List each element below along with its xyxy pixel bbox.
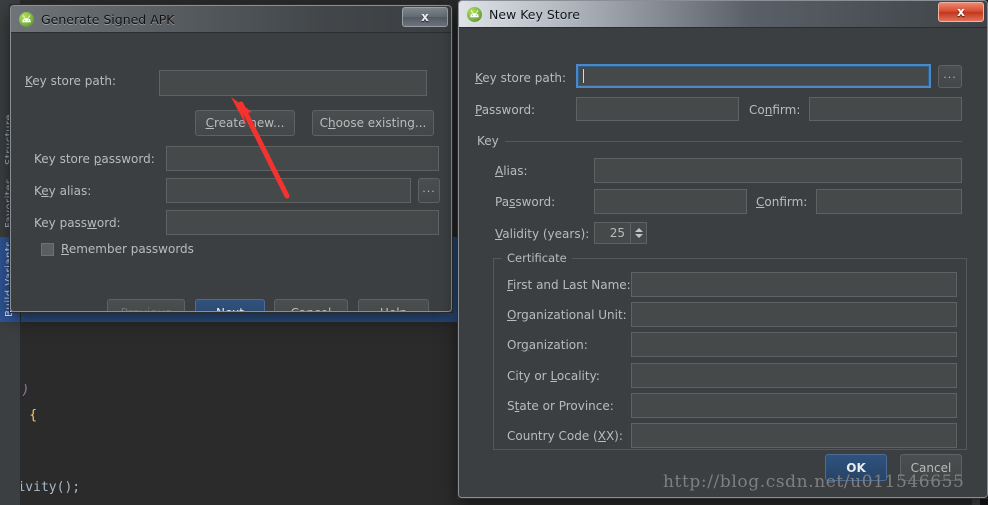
city-or-locality-input[interactable] [631, 363, 957, 388]
key-alias-row: Key alias: [34, 184, 91, 198]
key-alias-input[interactable] [594, 158, 962, 183]
remember-passwords-checkbox[interactable] [41, 242, 54, 256]
ks-password-label: Password: [475, 103, 536, 117]
new-key-store-titlebar[interactable]: New Key Store x [459, 1, 987, 28]
key-store-path-row: Key store path: [25, 74, 116, 88]
organizational-unit-input[interactable] [631, 302, 957, 327]
organizational-unit-label: Organizational Unit: [507, 308, 627, 322]
country-code-label: Country Code (XX): [507, 429, 623, 443]
key-password-row: Password: [495, 195, 555, 209]
key-password-row: Key password: [34, 216, 121, 230]
state-or-province-input[interactable] [631, 393, 957, 418]
organization-input[interactable] [631, 332, 957, 357]
choose-existing-button[interactable]: Choose existing... [312, 110, 434, 136]
ks-path-input[interactable] [576, 64, 931, 88]
key-group-title: Key [477, 134, 499, 148]
ks-confirm-row: Confirm: [749, 103, 800, 117]
cert-row-0-label-row: First and Last Name: [507, 278, 631, 292]
close-icon[interactable]: x [938, 2, 984, 22]
cert-row-2-label-row: Organization: [507, 338, 588, 352]
first-and-last-name-input[interactable] [631, 272, 957, 297]
new-key-store-title: New Key Store [489, 6, 580, 22]
android-studio-icon [467, 6, 482, 22]
validity-row: Validity (years): [495, 227, 589, 241]
key-alias-label: Key alias: [34, 184, 92, 198]
ks-path-browse-button[interactable]: ... [938, 65, 962, 88]
key-store-password-label: Key store password: [34, 152, 155, 166]
key-confirm-row: Confirm: [756, 195, 807, 209]
generate-dialog-body: Key store path: Create new... Choose exi… [11, 33, 451, 311]
ks-path-row: Key store path: [475, 71, 566, 85]
cert-row-1-label-row: Organizational Unit: [507, 308, 627, 322]
generate-dialog-titlebar[interactable]: Generate Signed APK x [11, 6, 451, 33]
first-and-last-name-label: First and Last Name: [507, 278, 631, 292]
close-icon[interactable]: x [402, 7, 448, 27]
generate-dialog-title: Generate Signed APK [41, 11, 175, 27]
state-or-province-label: State or Province: [507, 399, 614, 413]
ks-password-row: Password: [475, 103, 535, 117]
city-or-locality-label: City or Locality: [507, 369, 600, 383]
previous-button[interactable]: Previous [107, 299, 185, 311]
remember-passwords-label: Remember passwords [61, 242, 194, 256]
android-studio-icon [19, 11, 34, 27]
watermark-text: http://blog.csdn.net/u011546655 [663, 472, 965, 492]
key-password-input[interactable] [594, 189, 747, 214]
next-button[interactable]: Next [195, 299, 265, 311]
key-store-password-input[interactable] [166, 146, 439, 171]
remember-passwords-row[interactable]: Remember passwords [41, 242, 194, 256]
text-caret [583, 69, 584, 83]
key-store-path-input[interactable] [159, 70, 427, 96]
key-group-title-row: Key [477, 134, 499, 148]
key-password-input[interactable] [166, 210, 439, 235]
validity-value[interactable]: 25 [595, 223, 630, 243]
generate-signed-apk-dialog[interactable]: Generate Signed APK x Key store path: Cr… [10, 5, 452, 312]
certificate-group-title: Certificate [502, 251, 572, 265]
cert-row-5-label-row: Country Code (XX): [507, 429, 623, 443]
chevron-down-icon[interactable] [634, 234, 643, 238]
ks-password-input[interactable] [576, 97, 739, 121]
create-new-button[interactable]: Create new... [195, 110, 295, 136]
key-confirm-input[interactable] [816, 189, 962, 214]
ks-confirm-input[interactable] [809, 97, 962, 121]
help-button[interactable]: Help [358, 299, 429, 311]
validity-spinner-arrows[interactable] [630, 223, 646, 243]
key-alias-browse-button[interactable]: ... [418, 178, 440, 203]
key-password-label: Key password: [34, 216, 121, 230]
key-alias-row: Alias: [495, 164, 528, 178]
cert-row-3-label-row: City or Locality: [507, 369, 600, 383]
chevron-up-icon[interactable] [634, 228, 643, 232]
key-password-label: Password: [495, 195, 556, 209]
cancel-button[interactable]: Cancel [274, 299, 348, 311]
key-alias-label: Alias: [495, 164, 528, 178]
key-alias-input[interactable] [166, 178, 411, 203]
key-store-password-row: Key store password: [34, 152, 155, 166]
cert-row-4-label-row: State or Province: [507, 399, 614, 413]
validity-label: Validity (years): [495, 227, 590, 241]
new-key-store-body: Key store path: ... Password: Confirm: K… [459, 28, 987, 497]
ks-path-label: Key store path: [475, 71, 567, 85]
country-code-input[interactable] [631, 423, 957, 448]
ks-confirm-label: Confirm: [749, 103, 801, 117]
key-group-rule [505, 141, 962, 142]
validity-stepper[interactable]: 25 [594, 222, 647, 244]
organization-label: Organization: [507, 338, 588, 352]
new-key-store-dialog[interactable]: New Key Store x Key store path: ... Pass… [458, 0, 988, 498]
key-confirm-label: Confirm: [756, 195, 808, 209]
key-store-path-label: Key store path: [25, 74, 117, 88]
